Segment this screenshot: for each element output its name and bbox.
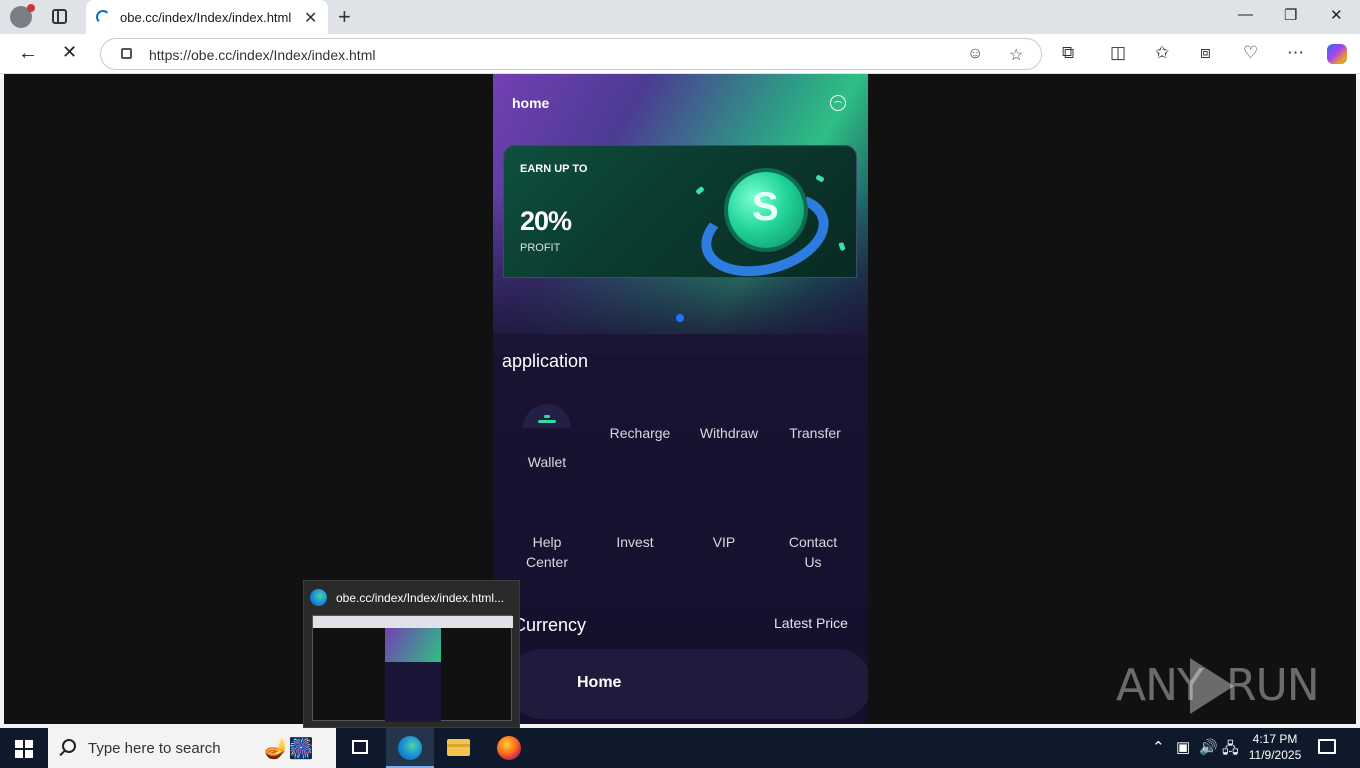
profile-avatar-icon[interactable] — [10, 4, 35, 28]
promo-banner[interactable]: EARN UP TO 20% PROFIT S — [503, 145, 857, 278]
restore-button[interactable]: ❐ — [1284, 6, 1297, 24]
browser-tab-active[interactable]: obe.cc/index/Index/index.html ✕ — [86, 0, 328, 34]
stop-loading-button[interactable]: ✕ — [62, 42, 77, 63]
latest-price-header: Latest Price — [774, 615, 848, 631]
wallet-icon[interactable] — [523, 404, 571, 428]
collections-icon[interactable]: ⧈ — [1200, 43, 1211, 63]
taskbar-edge-button[interactable] — [386, 728, 434, 768]
menu-item-recharge[interactable]: Recharge — [600, 423, 680, 443]
browser-essentials-icon[interactable]: ♡ — [1243, 43, 1258, 63]
menu-item-transfer[interactable]: Transfer — [775, 423, 855, 443]
confetti-decoration — [838, 241, 846, 252]
menu-item-help-center[interactable]: Help Center — [512, 532, 582, 572]
edge-icon — [398, 736, 422, 760]
network-icon[interactable]: 🖧 — [1222, 738, 1239, 763]
thumbnail-browser-bar — [313, 616, 513, 628]
url-text[interactable]: https://obe.cc/index/Index/index.html — [149, 47, 375, 63]
copilot-icon[interactable] — [1327, 44, 1347, 64]
page-viewport: home EARN UP TO 20% PROFIT S application… — [4, 74, 1356, 724]
browser-titlebar: obe.cc/index/Index/index.html ✕ + — ❐ ✕ — [0, 0, 1360, 34]
minimize-button[interactable]: — — [1238, 6, 1253, 23]
taskbar-search[interactable]: Type here to search 🪔🎆 — [48, 728, 336, 768]
coin-symbol: S — [752, 185, 779, 229]
favorites-icon[interactable]: ✩ — [1155, 43, 1169, 63]
extensions-icon[interactable]: ⧉ — [1062, 43, 1074, 63]
tab-close-icon[interactable]: ✕ — [304, 8, 317, 28]
menu-item-invest[interactable]: Invest — [595, 532, 675, 552]
confetti-decoration — [695, 186, 705, 195]
taskbar-clock[interactable]: 4:17 PM 11/9/2025 — [1240, 731, 1310, 763]
menu-item-wallet[interactable]: Wallet — [507, 452, 587, 472]
carousel-pager-dot[interactable] — [676, 314, 684, 322]
windows-start-icon[interactable] — [15, 740, 33, 758]
confetti-decoration — [815, 174, 825, 183]
tab-title: obe.cc/index/Index/index.html — [120, 10, 292, 25]
chevron-up-icon[interactable]: ⌃ — [1152, 738, 1165, 756]
banner-percent: 20% — [520, 206, 572, 236]
watermark-run: RUN — [1226, 660, 1320, 711]
file-explorer-icon — [447, 739, 470, 756]
task-view-icon — [352, 740, 368, 754]
preview-title: obe.cc/index/Index/index.html... — [336, 591, 505, 605]
close-window-button[interactable]: ✕ — [1330, 6, 1343, 24]
edge-icon — [310, 589, 327, 606]
banner-profit-label: PROFIT — [520, 242, 561, 254]
page-title: home — [512, 95, 550, 111]
thumbnail-app-header — [385, 628, 441, 662]
search-placeholder[interactable]: Type here to search — [88, 740, 221, 757]
currency-section-title: Currency — [513, 615, 587, 635]
notifications-icon[interactable] — [1318, 739, 1336, 754]
windows-taskbar: Type here to search 🪔🎆 ⌃ ▣ 🔊 🖧 4:17 PM 1… — [0, 728, 1360, 768]
application-section-title: application — [502, 351, 589, 371]
language-globe-icon[interactable] — [830, 95, 846, 111]
reading-mode-icon[interactable]: ☺ — [967, 45, 983, 63]
dollar-coin-icon: S — [728, 172, 804, 248]
taskbar-window-preview[interactable]: obe.cc/index/Index/index.html... — [303, 580, 520, 728]
address-bar[interactable]: https://obe.cc/index/Index/index.html ☺ … — [100, 38, 1042, 70]
menu-item-vip[interactable]: VIP — [684, 532, 764, 552]
browser-toolbar: ← ✕ https://obe.cc/index/Index/index.htm… — [0, 34, 1360, 74]
split-screen-icon[interactable]: ◫ — [1110, 43, 1126, 63]
back-button[interactable]: ← — [18, 42, 38, 65]
meet-now-icon[interactable]: ▣ — [1176, 738, 1190, 756]
firefox-icon — [497, 736, 521, 760]
tab-home[interactable]: Home — [577, 674, 621, 692]
clock-date: 11/9/2025 — [1248, 748, 1302, 762]
tab-actions-icon[interactable] — [52, 9, 67, 24]
search-icon — [62, 739, 76, 753]
mobile-app: home EARN UP TO 20% PROFIT S application… — [493, 74, 868, 724]
search-highlight-icon: 🪔🎆 — [264, 738, 314, 760]
bottom-tab-bar: Home — [507, 649, 868, 719]
volume-icon[interactable]: 🔊 — [1199, 738, 1218, 756]
menu-item-contact-us[interactable]: Contact Us — [779, 532, 847, 572]
taskbar-firefox-button[interactable] — [485, 728, 533, 768]
new-tab-button[interactable]: + — [338, 4, 351, 30]
loading-spinner-icon — [96, 10, 110, 24]
menu-item-withdraw[interactable]: Withdraw — [689, 423, 769, 443]
clock-time: 4:17 PM — [1252, 732, 1298, 746]
banner-earn-label: EARN UP TO — [520, 163, 588, 175]
more-menu-icon[interactable]: ⋯ — [1287, 43, 1304, 63]
anyrun-watermark: ANY RUN — [1116, 656, 1320, 716]
preview-thumbnail[interactable] — [312, 615, 513, 722]
task-view-button[interactable] — [336, 728, 384, 768]
thumbnail-app — [385, 628, 441, 722]
favorite-star-icon[interactable]: ☆ — [1009, 45, 1023, 65]
lock-icon[interactable] — [121, 48, 132, 59]
taskbar-explorer-button[interactable] — [435, 728, 483, 768]
